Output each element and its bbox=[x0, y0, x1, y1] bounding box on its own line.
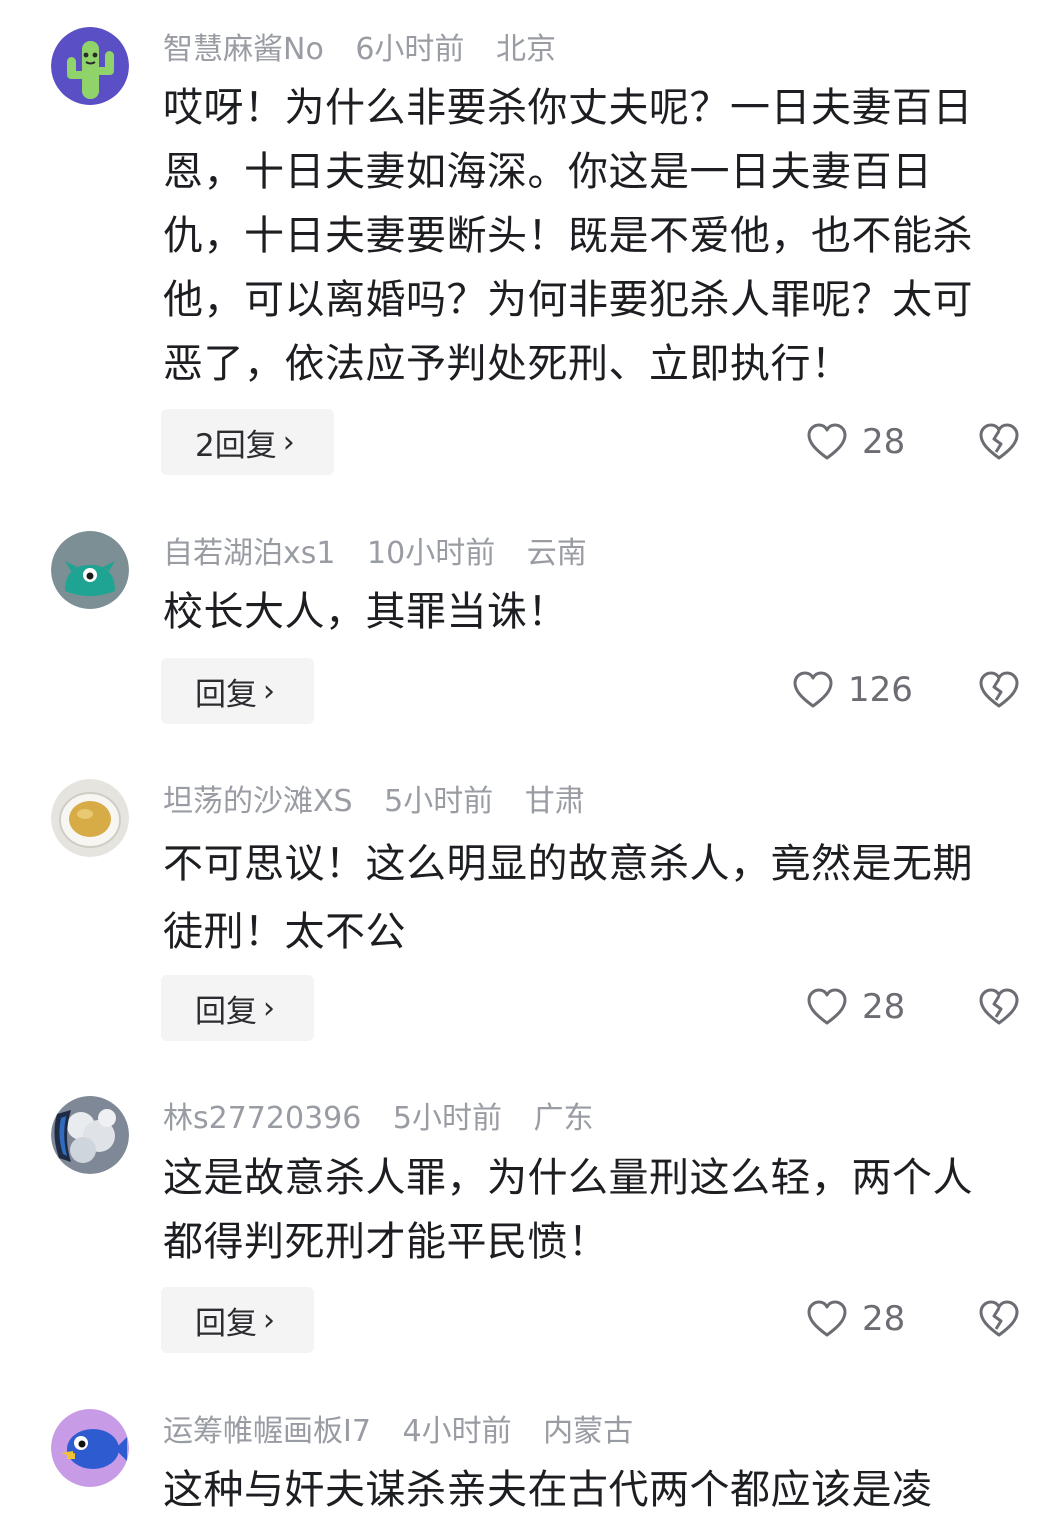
reply-button[interactable]: 回复 › bbox=[161, 975, 314, 1041]
reply-button[interactable]: 2回复 › bbox=[161, 409, 334, 475]
comment-meta: 林s27720396 5小时前 广东 bbox=[163, 1099, 616, 1139]
broken-heart-icon[interactable] bbox=[977, 985, 1021, 1027]
chevron-right-icon: › bbox=[263, 673, 275, 709]
comment-time: 5小时前 bbox=[392, 1101, 502, 1136]
comment-meta: 智慧麻酱No 6小时前 北京 bbox=[163, 30, 578, 70]
broken-heart-icon[interactable] bbox=[977, 668, 1021, 710]
comment-time: 4小时前 bbox=[402, 1414, 512, 1449]
comment-location: 云南 bbox=[526, 536, 587, 571]
comment-list: 智慧麻酱No 6小时前 北京 哎呀！为什么非要杀你丈夫呢？一日夫妻百日 恩，十日… bbox=[0, 0, 1047, 1535]
comment-text: 校长大人，其罪当诛！ bbox=[163, 589, 568, 635]
comment-time: 5小时前 bbox=[384, 784, 494, 819]
blue-fish-avatar-icon[interactable] bbox=[51, 1409, 129, 1487]
comment-meta: 自若湖泊xs1 10小时前 云南 bbox=[163, 534, 609, 574]
chevron-right-icon: › bbox=[263, 990, 275, 1026]
comment-username[interactable]: 坦荡的沙滩XS bbox=[163, 784, 353, 819]
heart-icon bbox=[807, 988, 847, 1025]
chevron-right-icon: › bbox=[263, 1302, 275, 1338]
comment-location: 内蒙古 bbox=[543, 1414, 634, 1449]
heart-icon bbox=[793, 671, 833, 708]
like-button[interactable]: 28 bbox=[806, 1289, 905, 1349]
reply-button[interactable]: 回复 › bbox=[161, 658, 314, 724]
comment-meta: 坦荡的沙滩XS 5小时前 甘肃 bbox=[163, 782, 607, 822]
comment-text: 这种与奸夫谋杀亲夫在古代两个都应该是凌 bbox=[163, 1467, 933, 1513]
reply-label: 回复 bbox=[195, 1305, 257, 1342]
comment-username[interactable]: 智慧麻酱No bbox=[163, 32, 324, 67]
airplane-window-avatar-icon[interactable] bbox=[51, 1096, 129, 1174]
like-button[interactable]: 28 bbox=[806, 412, 905, 472]
reply-label: 回复 bbox=[195, 676, 257, 713]
comment-location: 甘肃 bbox=[524, 784, 585, 819]
cactus-avatar-icon[interactable] bbox=[51, 27, 129, 105]
comment-time: 6小时前 bbox=[355, 32, 465, 67]
tea-cup-avatar-icon[interactable] bbox=[51, 779, 129, 857]
chevron-right-icon: › bbox=[282, 424, 295, 460]
like-count: 126 bbox=[848, 670, 913, 710]
reply-button[interactable]: 回复 › bbox=[161, 1287, 314, 1353]
like-button[interactable]: 28 bbox=[806, 977, 905, 1037]
like-count: 28 bbox=[862, 987, 906, 1027]
broken-heart-icon[interactable] bbox=[977, 1297, 1021, 1339]
comment-time: 10小时前 bbox=[367, 536, 496, 571]
comment-meta: 运筹帷幄画板I7 4小时前 内蒙古 bbox=[163, 1412, 655, 1452]
like-count: 28 bbox=[862, 1299, 906, 1339]
comment-text: 哎呀！为什么非要杀你丈夫呢？一日夫妻百日 恩，十日夫妻如海深。你这是一日夫妻百日… bbox=[163, 85, 973, 387]
comment-username[interactable]: 自若湖泊xs1 bbox=[163, 536, 335, 571]
reply-label: 回复 bbox=[195, 993, 257, 1030]
like-button[interactable]: 126 bbox=[792, 660, 913, 720]
heart-icon bbox=[807, 1300, 847, 1337]
broken-heart-icon[interactable] bbox=[977, 420, 1021, 462]
comment-text: 不可思议！这么明显的故意杀人，竟然是无期 徒刑！太不公 bbox=[163, 841, 973, 955]
comment-username[interactable]: 运筹帷幄画板I7 bbox=[163, 1414, 371, 1449]
comment-location: 广东 bbox=[533, 1101, 594, 1136]
reply-label: 2回复 bbox=[195, 427, 277, 464]
comment-text: 这是故意杀人罪，为什么量刑这么轻，两个人 都得判死刑才能平民愤！ bbox=[163, 1155, 973, 1265]
heart-icon bbox=[807, 423, 847, 460]
comment-location: 北京 bbox=[495, 32, 556, 67]
comment-username[interactable]: 林s27720396 bbox=[163, 1101, 361, 1136]
like-count: 28 bbox=[862, 422, 906, 462]
teal-creature-avatar-icon[interactable] bbox=[51, 531, 129, 609]
